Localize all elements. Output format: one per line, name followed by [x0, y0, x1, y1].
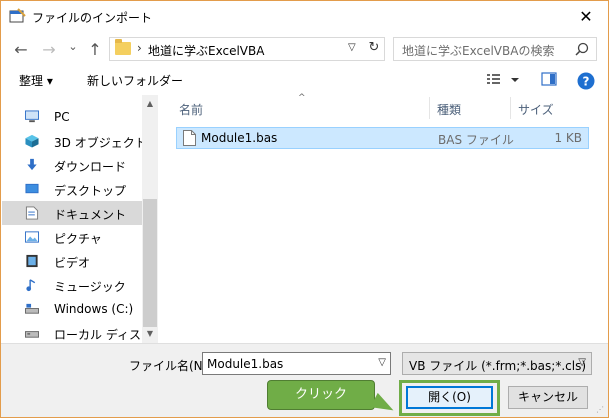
- scroll-down-icon[interactable]: ▼: [145, 329, 155, 339]
- scroll-up-icon[interactable]: ▲: [145, 99, 155, 109]
- forward-arrow-icon: →: [42, 39, 56, 59]
- search-box[interactable]: 地道に学ぶExcelVBAの検索: [393, 37, 597, 61]
- sidebar-item-label: PC: [54, 110, 70, 124]
- chevron-down-icon[interactable]: ▽: [378, 357, 386, 368]
- column-divider[interactable]: [510, 97, 511, 119]
- desktop-icon: [25, 183, 39, 194]
- refresh-icon[interactable]: ↻: [365, 40, 383, 58]
- navigation-scrollbar[interactable]: ▲ ▼: [142, 95, 158, 343]
- music-icon: [26, 279, 36, 292]
- filename-label: ファイル名(N):: [129, 359, 212, 373]
- app-icon: [9, 8, 26, 23]
- address-dropdown-icon[interactable]: ▽: [348, 42, 356, 53]
- help-icon[interactable]: ?: [577, 72, 595, 90]
- sidebar-item[interactable]: ビデオ: [2, 249, 142, 273]
- up-arrow-icon: ↑: [88, 39, 102, 59]
- search-input[interactable]: 地道に学ぶExcelVBAの検索: [402, 42, 554, 59]
- sidebar-item-label: 3D オブジェクト: [54, 136, 147, 150]
- search-icon: [575, 42, 589, 56]
- forward-button[interactable]: →: [39, 39, 59, 59]
- sidebar-item[interactable]: ピクチャ: [2, 225, 142, 249]
- preview-pane-icon[interactable]: [541, 71, 557, 87]
- recent-locations-button[interactable]: ⌄: [63, 37, 83, 55]
- drive-c-icon: [25, 303, 39, 314]
- cancel-button[interactable]: キャンセル: [508, 386, 588, 409]
- sidebar-item[interactable]: ミュージック: [2, 273, 142, 297]
- sidebar-item[interactable]: ドキュメント: [2, 201, 142, 225]
- 3d-objects-icon: [25, 134, 39, 148]
- organize-button[interactable]: 整理 ▾: [19, 72, 53, 89]
- chevron-down-icon: ⌄: [68, 39, 78, 53]
- chevron-right-icon: ›: [137, 41, 142, 55]
- file-list: 名前 ^ 種類 サイズ Module1.bas BAS ファイル 1 KB: [158, 93, 608, 343]
- file-type-value: VB ファイル (*.frm;*.bas;*.cls): [409, 359, 587, 373]
- window-title: ファイルのインポート: [32, 11, 153, 25]
- column-header-type[interactable]: 種類: [437, 95, 461, 121]
- video-icon: [26, 254, 38, 268]
- sidebar-item-label: ダウンロード: [54, 160, 127, 174]
- sidebar-item-label: ビデオ: [54, 256, 91, 270]
- sidebar-item[interactable]: Windows (C:): [2, 297, 142, 321]
- import-file-dialog: ファイルのインポート ✕ ← → ⌄ ↑ › 地道に学ぶExcelVBA ▽ ↻…: [0, 0, 609, 418]
- sidebar-item-label: ミュージック: [54, 280, 126, 294]
- command-bar: 整理 ▾ 新しいフォルダー ?: [1, 67, 608, 93]
- sidebar-item-label: ドキュメント: [54, 208, 127, 222]
- back-arrow-icon: ←: [14, 39, 28, 59]
- svg-text:?: ?: [583, 75, 590, 89]
- column-header-name[interactable]: 名前: [179, 95, 203, 121]
- sidebar-item[interactable]: ローカル ディスク (E: [2, 321, 169, 345]
- scrollbar-thumb[interactable]: [143, 199, 157, 327]
- open-button[interactable]: 開く(O): [406, 386, 493, 409]
- file-icon: [183, 130, 196, 146]
- drive-e-icon: [25, 331, 39, 338]
- sidebar-item-label: Windows (C:): [54, 302, 134, 316]
- sidebar-item-label: デスクトップ: [54, 184, 127, 198]
- folder-icon: [115, 39, 131, 55]
- pictures-icon: [25, 231, 39, 243]
- resize-grip-icon[interactable]: ⋰: [596, 405, 606, 415]
- filename-value[interactable]: Module1.bas: [207, 357, 283, 371]
- file-size: 1 KB: [554, 131, 582, 145]
- callout-pointer: [370, 392, 398, 418]
- sidebar-item-label: ピクチャ: [54, 232, 102, 246]
- click-callout: クリック: [267, 380, 375, 410]
- back-button[interactable]: ←: [11, 39, 31, 59]
- new-folder-button[interactable]: 新しいフォルダー: [87, 72, 183, 89]
- column-header-size[interactable]: サイズ: [518, 95, 554, 121]
- pc-icon: [25, 110, 39, 123]
- file-name: Module1.bas: [201, 131, 278, 145]
- download-icon: [27, 158, 37, 171]
- address-path: 地道に学ぶExcelVBA: [148, 44, 265, 58]
- file-type-select[interactable]: VB ファイル (*.frm;*.bas;*.cls) ▽: [402, 352, 592, 375]
- sidebar-item[interactable]: ダウンロード: [2, 153, 142, 177]
- close-button[interactable]: ✕: [564, 1, 608, 31]
- navigation-pane: PC 3D オブジェクト ダウンロード デスクトップ ドキュメント ピクチャビデオミュージ…: [2, 95, 169, 345]
- sidebar-item[interactable]: 3D オブジェクト: [2, 129, 147, 153]
- view-options-icon[interactable]: [486, 71, 520, 87]
- title-bar: ファイルのインポート ✕: [1, 1, 608, 31]
- file-row-selected[interactable]: Module1.bas BAS ファイル 1 KB: [176, 127, 589, 149]
- column-divider[interactable]: [429, 97, 430, 119]
- close-icon: ✕: [579, 6, 593, 26]
- address-bar[interactable]: › 地道に学ぶExcelVBA ▽ ↻: [109, 37, 385, 61]
- navigation-bar: ← → ⌄ ↑ › 地道に学ぶExcelVBA ▽ ↻ 地道に学ぶExcelVB…: [1, 31, 608, 67]
- chevron-down-icon: ▽: [578, 357, 586, 368]
- dialog-footer: ファイル名(N): Module1.bas ▽ VB ファイル (*.frm;*…: [1, 343, 608, 418]
- up-button[interactable]: ↑: [85, 39, 105, 59]
- sidebar-item[interactable]: PC: [2, 105, 142, 129]
- filename-field[interactable]: Module1.bas ▽: [202, 352, 391, 375]
- sidebar-item[interactable]: デスクトップ: [2, 177, 142, 201]
- file-type: BAS ファイル: [438, 133, 514, 147]
- sort-ascending-icon: ^: [298, 93, 306, 103]
- documents-icon: [25, 206, 39, 220]
